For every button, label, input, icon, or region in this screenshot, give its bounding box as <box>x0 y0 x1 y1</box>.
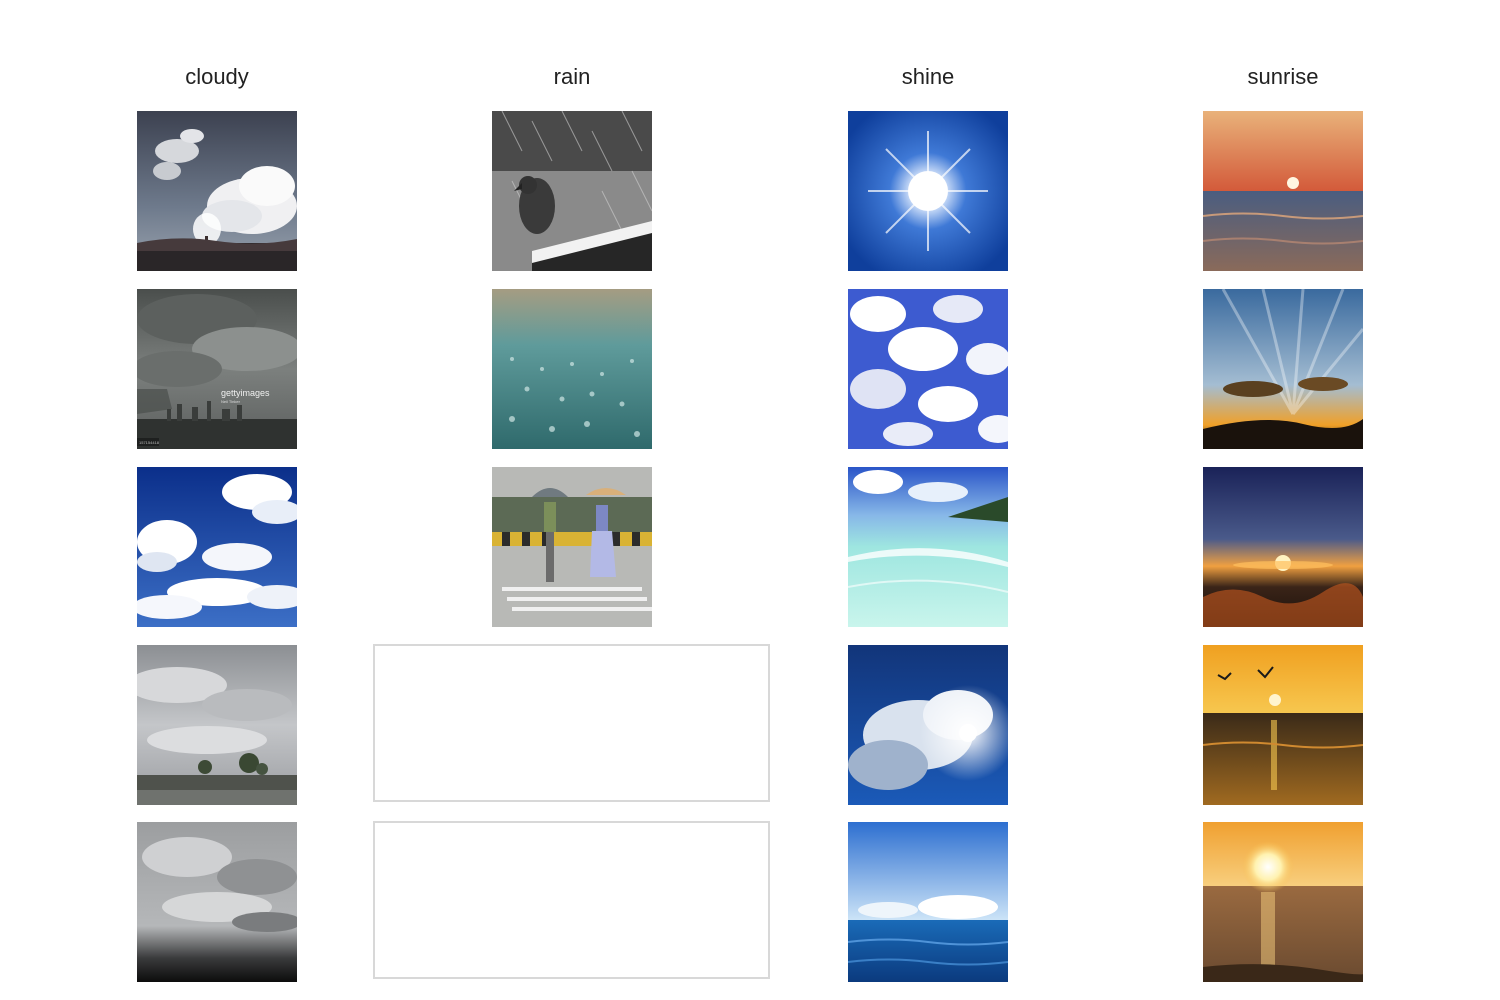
cloudy-sky-tree-photo <box>137 111 297 271</box>
seagulls-sunset-photo <box>1203 645 1363 805</box>
sea-sunrise-photo <box>1203 111 1363 271</box>
ocean-horizon-photo <box>848 822 1008 982</box>
sunrays-clouds-photo <box>1203 289 1363 449</box>
column-title-cloudy: cloudy <box>185 64 249 89</box>
empty-image-slot <box>373 821 770 979</box>
overcast-field-photo <box>137 645 297 805</box>
golden-sun-sea-photo <box>1203 822 1363 982</box>
bright-sun-photo <box>848 111 1008 271</box>
column-title-sunrise: sunrise <box>1247 64 1319 89</box>
getty-credit: Neil Tinker <box>221 399 241 404</box>
stock-id: 157154418 <box>139 440 160 445</box>
grey-clouds-photo <box>137 822 297 982</box>
white-clouds-blue-sky-photo <box>848 289 1008 449</box>
getty-watermark: gettyimages <box>221 388 270 398</box>
empty-image-slot <box>373 644 770 802</box>
bird-in-rain-photo <box>492 111 652 271</box>
storm-city-skyline-photo: gettyimages Neil Tinker 157154418 <box>137 289 297 449</box>
tropical-water-photo <box>848 467 1008 627</box>
column-title-rain: rain <box>553 64 591 89</box>
blue-sky-clouds-photo <box>137 467 297 627</box>
sun-behind-clouds-photo <box>848 645 1008 805</box>
column-title-shine: shine <box>901 64 955 89</box>
horizon-sunrise-photo <box>1203 467 1363 627</box>
rain-drops-ground-photo <box>492 289 652 449</box>
umbrella-walkers-photo <box>492 467 652 627</box>
